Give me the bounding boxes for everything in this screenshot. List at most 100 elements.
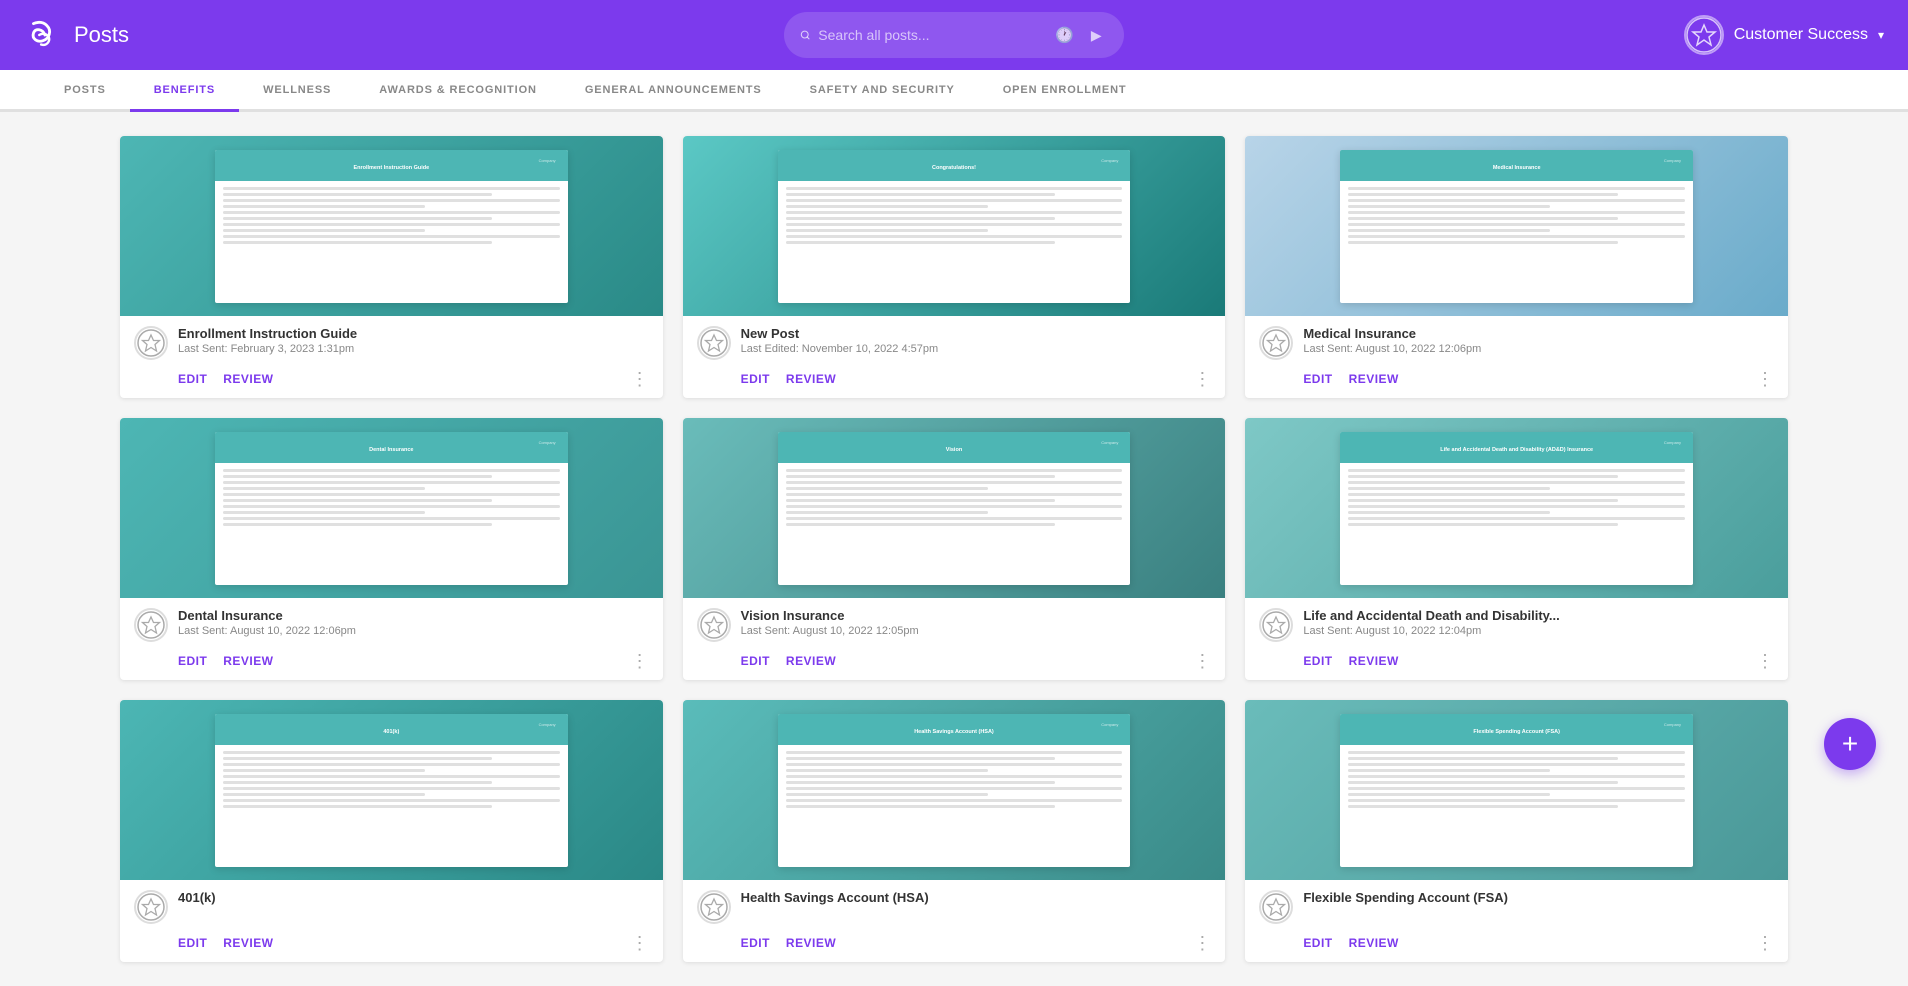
post-info: Flexible Spending Account (FSA) <box>1245 880 1788 930</box>
post-metadata: Vision Insurance Last Sent: August 10, 2… <box>741 608 1212 637</box>
thumbnail-doc: Company Health Savings Account (HSA) <box>778 714 1131 867</box>
create-post-fab[interactable]: + <box>1824 718 1876 770</box>
nav-item-wellness[interactable]: WELLNESS <box>239 69 355 111</box>
more-options-button[interactable]: ⋮ <box>1193 370 1211 388</box>
thumbnail-doc: Company Enrollment Instruction Guide <box>215 150 568 303</box>
thumbnail-doc: Company Dental Insurance <box>215 432 568 585</box>
edit-button[interactable]: EDIT <box>1303 372 1332 386</box>
search-bar[interactable]: 🕐 ▶ <box>784 12 1124 58</box>
post-info: Enrollment Instruction Guide Last Sent: … <box>120 316 663 366</box>
post-thumbnail: Company Enrollment Instruction Guide <box>120 136 663 316</box>
post-author-avatar <box>697 608 731 642</box>
post-info: 401(k) <box>120 880 663 930</box>
post-title: Enrollment Instruction Guide <box>178 326 649 341</box>
post-info: Health Savings Account (HSA) <box>683 880 1226 930</box>
post-title: New Post <box>741 326 1212 341</box>
post-metadata: Flexible Spending Account (FSA) <box>1303 890 1774 907</box>
more-options-button[interactable]: ⋮ <box>1193 934 1211 952</box>
post-card: Company Health Savings Account (HSA) <box>683 700 1226 962</box>
post-actions: EDIT REVIEW ⋮ <box>120 648 663 680</box>
post-thumbnail: Company Health Savings Account (HSA) <box>683 700 1226 880</box>
review-button[interactable]: REVIEW <box>1349 936 1399 950</box>
thumbnail-doc: Company Medical Insurance <box>1340 150 1693 303</box>
posts-grid: Company Enrollment Instruction Guide <box>120 136 1788 962</box>
logo-area: Posts <box>24 16 129 54</box>
app-logo-icon <box>24 16 62 54</box>
thumbnail-doc: Company Vision <box>778 432 1131 585</box>
more-options-button[interactable]: ⋮ <box>1756 934 1774 952</box>
review-button[interactable]: REVIEW <box>223 654 273 668</box>
post-metadata: Health Savings Account (HSA) <box>741 890 1212 907</box>
post-actions: EDIT REVIEW ⋮ <box>1245 366 1788 398</box>
thumbnail-doc: Company Flexible Spending Account (FSA) <box>1340 714 1693 867</box>
more-options-button[interactable]: ⋮ <box>631 934 649 952</box>
avatar-star-small <box>700 329 728 357</box>
edit-button[interactable]: EDIT <box>178 372 207 386</box>
more-options-button[interactable]: ⋮ <box>1193 652 1211 670</box>
post-card: Company Vision <box>683 418 1226 680</box>
edit-button[interactable]: EDIT <box>178 654 207 668</box>
post-author-avatar <box>134 890 168 924</box>
edit-button[interactable]: EDIT <box>178 936 207 950</box>
search-history-btn[interactable]: 🕐 <box>1053 19 1077 51</box>
post-date: Last Edited: November 10, 2022 4:57pm <box>741 343 1212 355</box>
post-thumbnail: Company Life and Accidental Death and Di… <box>1245 418 1788 598</box>
post-title: Medical Insurance <box>1303 326 1774 341</box>
post-author-avatar <box>1259 890 1293 924</box>
post-title: Vision Insurance <box>741 608 1212 623</box>
post-info: Vision Insurance Last Sent: August 10, 2… <box>683 598 1226 648</box>
post-card: Company Life and Accidental Death and Di… <box>1245 418 1788 680</box>
post-metadata: Dental Insurance Last Sent: August 10, 2… <box>178 608 649 637</box>
review-button[interactable]: REVIEW <box>223 936 273 950</box>
post-actions: EDIT REVIEW ⋮ <box>120 930 663 962</box>
nav-item-safety[interactable]: SAFETY AND SECURITY <box>786 69 979 111</box>
post-actions: EDIT REVIEW ⋮ <box>1245 930 1788 962</box>
post-metadata: 401(k) <box>178 890 649 907</box>
edit-button[interactable]: EDIT <box>741 372 770 386</box>
review-button[interactable]: REVIEW <box>786 936 836 950</box>
post-author-avatar <box>1259 608 1293 642</box>
user-avatar <box>1684 15 1724 55</box>
post-card: Company Flexible Spending Account (FSA) <box>1245 700 1788 962</box>
post-actions: EDIT REVIEW ⋮ <box>683 648 1226 680</box>
search-input[interactable] <box>818 27 1045 43</box>
edit-button[interactable]: EDIT <box>741 936 770 950</box>
more-options-button[interactable]: ⋮ <box>631 652 649 670</box>
more-options-button[interactable]: ⋮ <box>1756 370 1774 388</box>
app-title: Posts <box>74 22 129 48</box>
nav-item-awards[interactable]: AWARDS & RECOGNITION <box>355 69 561 111</box>
more-options-button[interactable]: ⋮ <box>631 370 649 388</box>
avatar-star-small <box>137 893 165 921</box>
more-options-button[interactable]: ⋮ <box>1756 652 1774 670</box>
post-card: Company Dental Insurance <box>120 418 663 680</box>
nav-item-benefits[interactable]: BENEFITS <box>130 70 239 112</box>
review-button[interactable]: REVIEW <box>1349 654 1399 668</box>
avatar-star-small <box>1262 893 1290 921</box>
post-date: Last Sent: August 10, 2022 12:04pm <box>1303 625 1774 637</box>
post-card: Company Medical Insurance <box>1245 136 1788 398</box>
post-title: Health Savings Account (HSA) <box>741 890 1212 905</box>
search-video-btn[interactable]: ▶ <box>1084 19 1108 51</box>
app-header: Posts 🕐 ▶ Customer Success ▾ <box>0 0 1908 70</box>
post-thumbnail: Company 401(k) <box>120 700 663 880</box>
edit-button[interactable]: EDIT <box>1303 936 1332 950</box>
main-content: Company Enrollment Instruction Guide <box>0 112 1908 986</box>
avatar-star-small <box>137 329 165 357</box>
user-menu[interactable]: Customer Success ▾ <box>1684 15 1884 55</box>
post-title: Flexible Spending Account (FSA) <box>1303 890 1774 905</box>
review-button[interactable]: REVIEW <box>1349 372 1399 386</box>
post-title: Life and Accidental Death and Disability… <box>1303 608 1774 623</box>
avatar-star-icon <box>1686 17 1722 53</box>
post-thumbnail: Company Dental Insurance <box>120 418 663 598</box>
review-button[interactable]: REVIEW <box>223 372 273 386</box>
post-author-avatar <box>134 608 168 642</box>
edit-button[interactable]: EDIT <box>1303 654 1332 668</box>
nav-item-posts[interactable]: POSTS <box>40 69 130 111</box>
nav-item-enrollment[interactable]: OPEN ENROLLMENT <box>979 69 1151 111</box>
thumbnail-doc: Company 401(k) <box>215 714 568 867</box>
review-button[interactable]: REVIEW <box>786 654 836 668</box>
nav-item-announcements[interactable]: GENERAL ANNOUNCEMENTS <box>561 69 786 111</box>
post-metadata: Life and Accidental Death and Disability… <box>1303 608 1774 637</box>
edit-button[interactable]: EDIT <box>741 654 770 668</box>
review-button[interactable]: REVIEW <box>786 372 836 386</box>
